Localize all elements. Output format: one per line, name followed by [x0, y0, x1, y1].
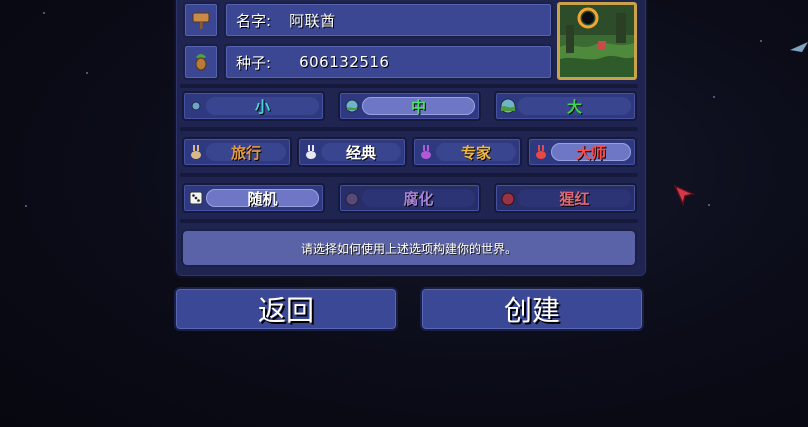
size-medium-label: 中 — [410, 97, 426, 116]
evil-crimson-label: 猩红 — [559, 189, 590, 208]
evil-corruption-button[interactable]: 腐化 — [338, 183, 481, 213]
size-small-label: 小 — [254, 97, 270, 116]
name-label: 名字: — [236, 11, 272, 30]
evil-random-button[interactable]: 随机 — [182, 183, 325, 213]
medium-world-icon — [345, 99, 359, 113]
description-text: 请选择如何使用上述选项构建你的世界。 — [300, 241, 517, 256]
falling-star-icon — [790, 42, 808, 52]
star — [25, 205, 27, 207]
divider — [180, 219, 638, 223]
small-world-icon — [191, 101, 201, 111]
star — [760, 40, 762, 42]
divider — [180, 127, 638, 131]
difficulty-expert-label: 专家 — [460, 143, 491, 162]
size-large-label: 大 — [566, 97, 582, 116]
dice-icon — [189, 191, 203, 205]
divider — [180, 84, 638, 88]
cursor-icon — [673, 184, 696, 207]
size-medium-button[interactable]: 中 — [338, 91, 481, 121]
world-preview-image — [560, 5, 634, 77]
evil-crimson-button[interactable]: 猩红 — [494, 183, 637, 213]
back-button-label: 返回 — [257, 294, 314, 327]
size-large-button[interactable]: 大 — [494, 91, 637, 121]
world-preview-thumbnail — [557, 2, 637, 80]
difficulty-journey-button[interactable]: 旅行 — [182, 137, 292, 167]
world-seed-input[interactable]: 种子: 606132516 — [224, 44, 553, 80]
seed-icon-box — [183, 44, 219, 80]
difficulty-master-label: 大师 — [575, 143, 606, 162]
size-small-button[interactable]: 小 — [182, 91, 325, 121]
difficulty-journey-label: 旅行 — [230, 143, 261, 162]
create-button-label: 创建 — [503, 294, 560, 327]
star — [713, 96, 715, 98]
difficulty-classic-button[interactable]: 经典 — [297, 137, 407, 167]
seed-label: 种子: — [236, 53, 272, 72]
evil-random-label: 随机 — [247, 189, 278, 208]
bunny-journey-icon — [191, 145, 201, 159]
create-button[interactable]: 创建 — [420, 287, 644, 331]
name-value: 阿联酋 — [289, 11, 336, 30]
difficulty-expert-button[interactable]: 专家 — [412, 137, 522, 167]
seed-value: 606132516 — [299, 53, 390, 71]
difficulty-classic-label: 经典 — [345, 143, 376, 162]
bunny-master-icon — [536, 145, 546, 159]
name-icon-box — [183, 2, 219, 38]
description-box: 请选择如何使用上述选项构建你的世界。 — [181, 229, 637, 267]
corruption-icon — [345, 192, 359, 206]
bunny-expert-icon — [421, 145, 431, 159]
star — [86, 72, 88, 74]
large-world-icon — [500, 98, 516, 114]
crimson-icon — [501, 192, 515, 206]
world-name-input[interactable]: 名字: 阿联酋 — [224, 2, 553, 38]
star — [43, 12, 45, 14]
difficulty-master-button[interactable]: 大师 — [527, 137, 637, 167]
back-button[interactable]: 返回 — [174, 287, 398, 331]
star — [708, 204, 710, 206]
acorn-icon — [195, 54, 207, 71]
divider — [180, 173, 638, 177]
bunny-classic-icon — [306, 145, 316, 159]
evil-corruption-label: 腐化 — [403, 189, 434, 208]
sign-icon — [192, 12, 210, 29]
